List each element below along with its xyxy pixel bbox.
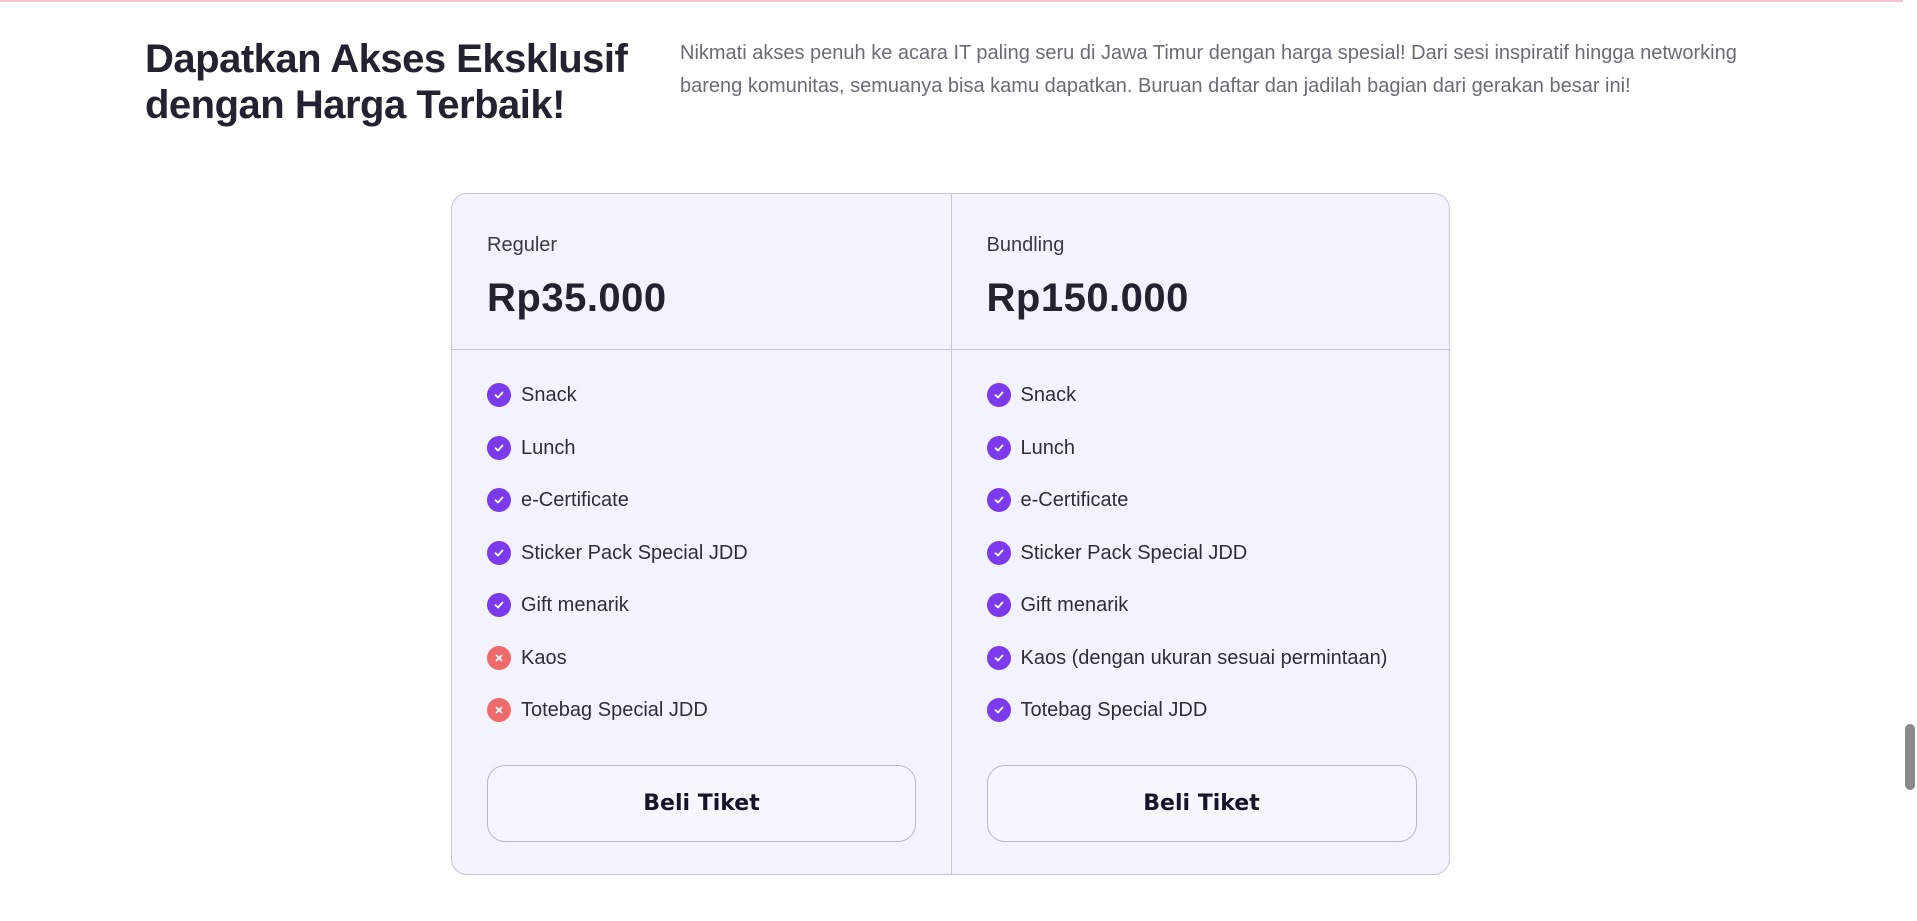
feature-label: e-Certificate [521, 489, 629, 511]
top-divider [0, 0, 1903, 2]
feature-label: Gift menarik [1020, 594, 1129, 616]
feature-list: Snack Lunch e-Certificate Sticker Pack S… [452, 383, 748, 751]
feature-item: Gift menarik [487, 593, 748, 646]
feature-item: Kaos (dengan ukuran sesuai permintaan) [986, 645, 1388, 699]
feature-item: Sticker Pack Special JDD [487, 540, 748, 594]
buy-ticket-button[interactable]: Beli Tiket [487, 765, 916, 842]
x-icon [487, 698, 511, 722]
feature-item: Kaos [487, 645, 748, 699]
pricing-header: Dapatkan Akses Eksklusif dengan Harga Te… [145, 36, 1750, 128]
feature-label: Lunch [1020, 436, 1076, 459]
plan-name: Bundling [986, 234, 1065, 256]
feature-label: Snack [1020, 384, 1077, 406]
plan-header: Reguler Rp35.000 [452, 194, 951, 350]
feature-item: Snack [986, 383, 1388, 436]
x-icon [487, 645, 511, 670]
check-icon [487, 540, 511, 565]
feature-list: Snack Lunch e-Certificate Sticker Pack S… [952, 383, 1388, 751]
check-icon [487, 435, 511, 460]
feature-label: Kaos (dengan ukuran sesuai permintaan) [1020, 646, 1388, 669]
feature-item: Lunch [487, 435, 748, 489]
feature-item: Totebag Special JDD [487, 698, 748, 751]
feature-item: Totebag Special JDD [986, 698, 1388, 751]
feature-label: Sticker Pack Special JDD [521, 541, 748, 564]
plan-card-reguler: Reguler Rp35.000 Snack Lunch e-Certifica… [452, 194, 951, 874]
check-icon [986, 698, 1011, 722]
feature-label: Gift menarik [521, 594, 629, 616]
section-description: Nikmati akses penuh ke acara IT paling s… [680, 42, 1737, 97]
plan-header: Bundling Rp150.000 [951, 194, 1449, 350]
feature-label: Totebag Special JDD [1020, 699, 1208, 721]
feature-label: Kaos [521, 646, 567, 669]
plan-price: Rp150.000 [986, 276, 1189, 320]
pricing-table: Reguler Rp35.000 Snack Lunch e-Certifica… [451, 193, 1450, 875]
check-icon [487, 593, 511, 617]
section-title: Dapatkan Akses Eksklusif dengan Harga Te… [145, 37, 628, 127]
check-icon [986, 540, 1011, 565]
buy-ticket-button[interactable]: Beli Tiket [986, 765, 1417, 842]
feature-label: e-Certificate [1020, 489, 1129, 511]
plan-name: Reguler [487, 234, 558, 256]
scrollbar-thumb[interactable] [1905, 724, 1915, 790]
check-icon [487, 383, 511, 407]
feature-label: Sticker Pack Special JDD [1020, 541, 1248, 564]
check-icon [986, 645, 1011, 670]
check-icon [487, 488, 511, 512]
check-icon [986, 383, 1011, 407]
plan-price: Rp35.000 [487, 276, 667, 320]
feature-label: Snack [521, 384, 577, 406]
feature-item: e-Certificate [986, 488, 1388, 541]
plan-card-bundling: Bundling Rp150.000 Snack Lunch e-Certifi… [950, 194, 1449, 874]
check-icon [986, 435, 1011, 460]
scrollbar[interactable] [1903, 0, 1917, 921]
feature-label: Totebag Special JDD [521, 699, 708, 721]
check-icon [986, 488, 1011, 512]
feature-item: Gift menarik [986, 593, 1388, 646]
feature-item: Lunch [986, 435, 1388, 489]
feature-item: Sticker Pack Special JDD [986, 540, 1388, 594]
feature-item: e-Certificate [487, 488, 748, 541]
check-icon [986, 593, 1011, 617]
feature-item: Snack [487, 383, 748, 436]
feature-label: Lunch [521, 436, 576, 459]
